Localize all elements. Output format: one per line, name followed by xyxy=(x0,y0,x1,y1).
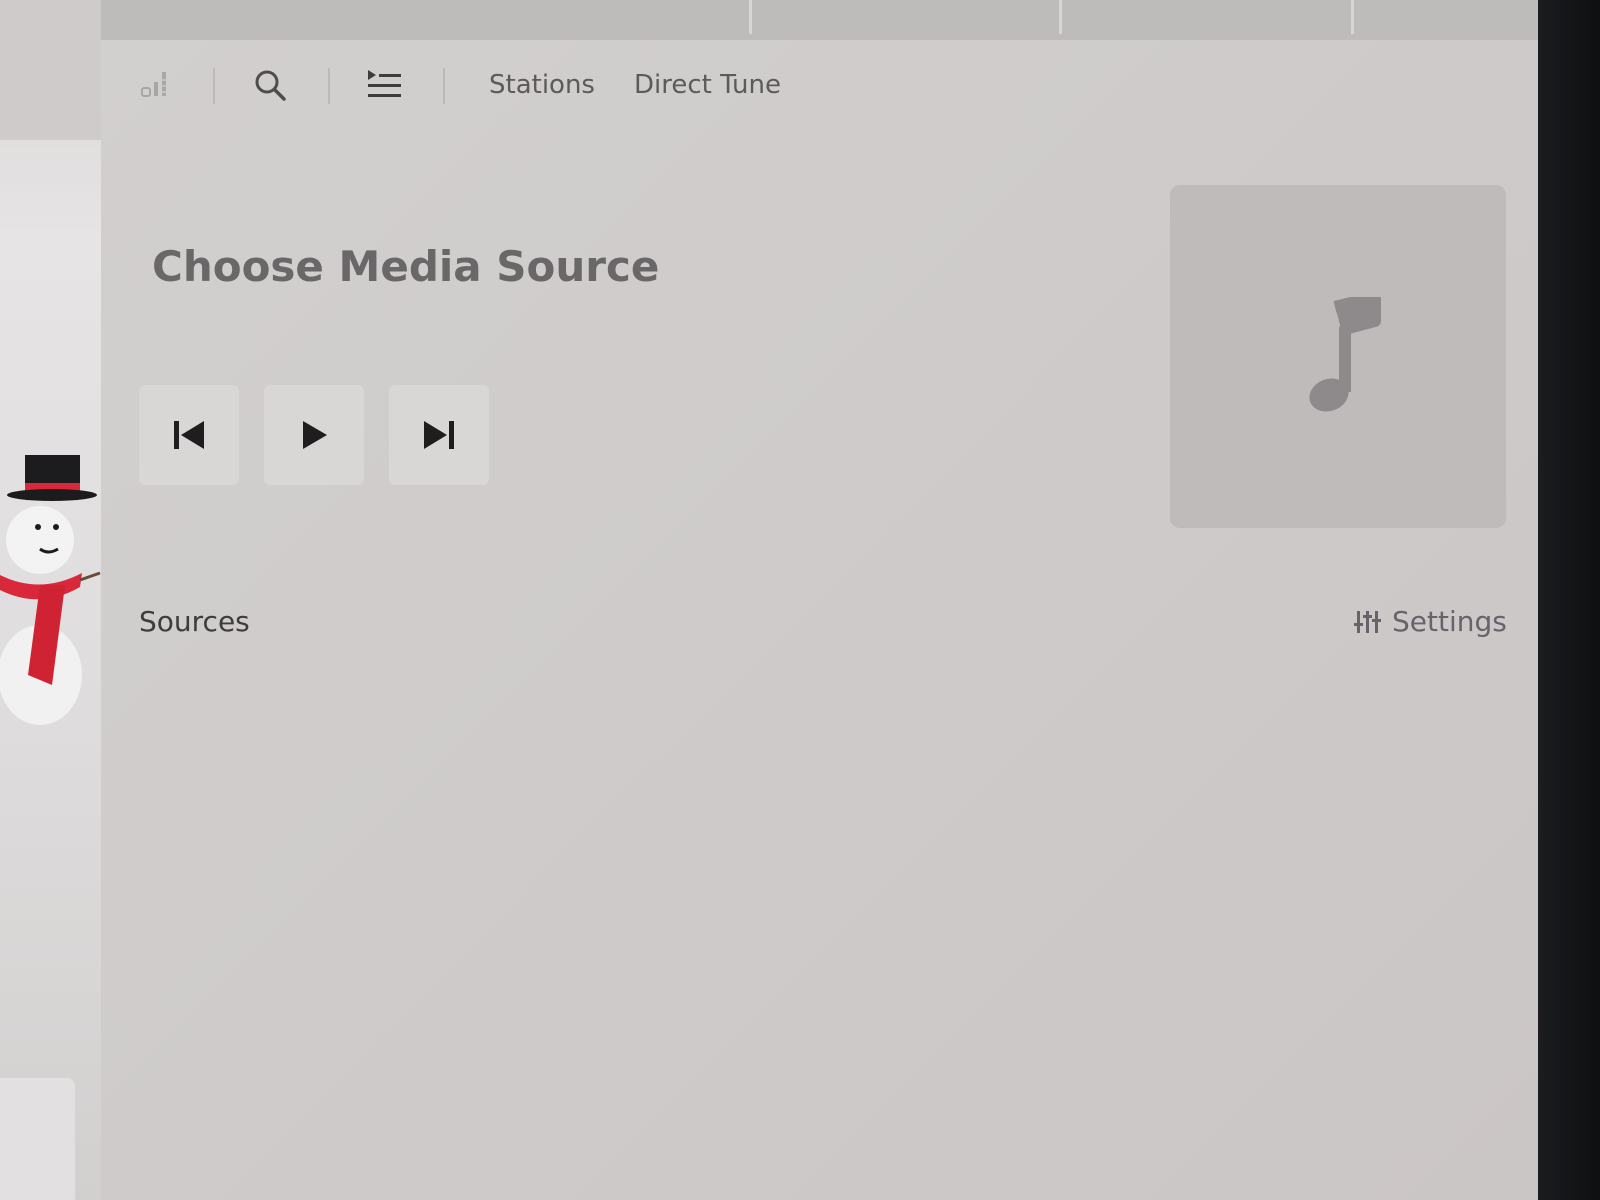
search-icon xyxy=(255,70,286,101)
previous-track-button[interactable] xyxy=(139,385,239,485)
skip-previous-icon xyxy=(174,421,204,449)
queue-button[interactable] xyxy=(358,62,410,108)
play-icon xyxy=(303,421,327,449)
top-strip-divider xyxy=(1351,0,1354,34)
top-strip-divider xyxy=(749,0,752,34)
media-toolbar: Stations Direct Tune xyxy=(101,40,1538,130)
album-art-placeholder xyxy=(1170,185,1506,528)
screen: Stations Direct Tune Choose Media Source xyxy=(0,0,1600,1200)
left-panel-header xyxy=(0,0,101,140)
toolbar-divider xyxy=(213,68,215,104)
left-side-panel xyxy=(0,0,101,1200)
music-note-icon xyxy=(1309,296,1381,412)
left-panel-card[interactable] xyxy=(0,1078,75,1200)
equalizer-button[interactable] xyxy=(131,62,183,108)
screen-bezel xyxy=(1538,0,1600,1200)
search-button[interactable] xyxy=(244,62,296,108)
skip-next-icon xyxy=(424,421,454,449)
queue-list-icon xyxy=(368,70,401,97)
toolbar-divider xyxy=(328,68,330,104)
top-strip-divider xyxy=(1059,0,1062,34)
tab-direct-tune[interactable]: Direct Tune xyxy=(634,70,781,100)
settings-label: Settings xyxy=(1392,605,1507,638)
settings-button[interactable]: Settings xyxy=(1354,605,1507,638)
sliders-icon xyxy=(1354,610,1381,633)
next-track-button[interactable] xyxy=(389,385,489,485)
sources-heading: Sources xyxy=(139,605,250,638)
top-panel-strip xyxy=(101,0,1538,40)
play-button[interactable] xyxy=(264,385,364,485)
toolbar-divider xyxy=(443,68,445,104)
equalizer-icon xyxy=(141,72,168,97)
snowman-icon xyxy=(0,455,101,725)
media-panel: Stations Direct Tune Choose Media Source xyxy=(101,40,1538,1200)
page-title: Choose Media Source xyxy=(152,242,660,291)
tab-stations[interactable]: Stations xyxy=(489,70,595,100)
